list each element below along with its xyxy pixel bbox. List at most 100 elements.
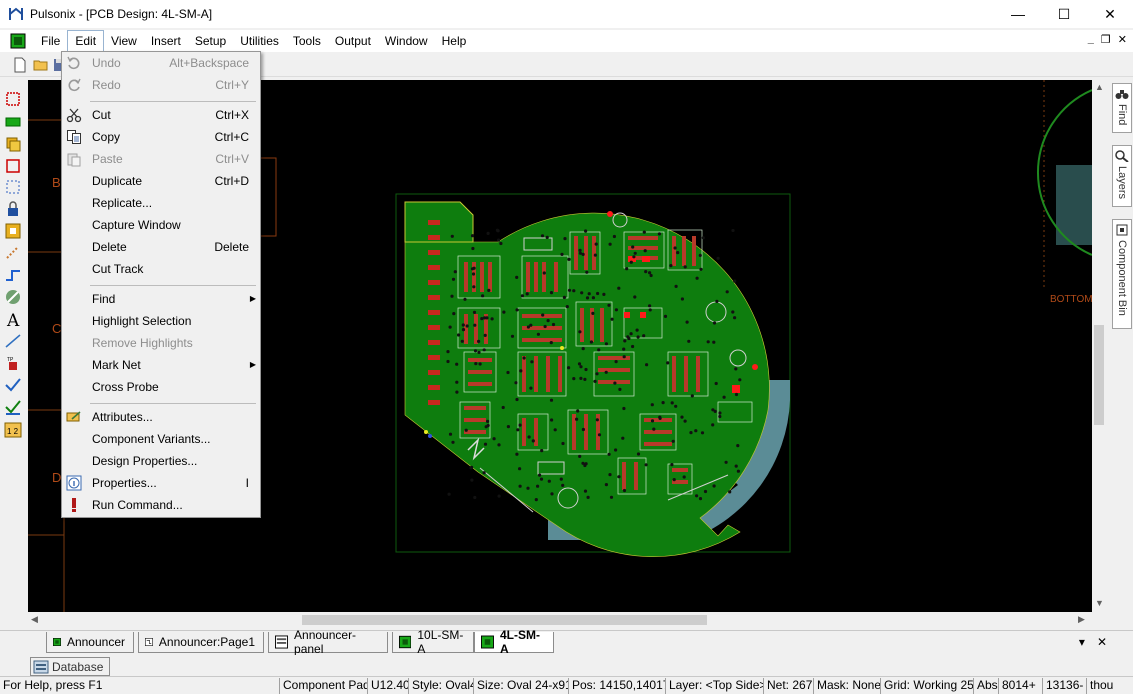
via-dot (728, 490, 732, 494)
menu-remove-highlights[interactable]: Remove Highlights (62, 332, 260, 354)
close-tab-button[interactable]: ✕ (1097, 635, 1107, 649)
via-dot (712, 340, 716, 344)
via-icon[interactable] (4, 244, 22, 262)
scroll-left-icon[interactable]: ◀ (31, 614, 38, 625)
exclamation-icon (72, 498, 76, 512)
select-mode-icon[interactable] (4, 90, 22, 108)
check-design-icon[interactable] (4, 376, 22, 394)
via-dot (549, 291, 554, 295)
line-tool-icon[interactable] (4, 332, 22, 350)
menu-duplicate[interactable]: Duplicate Ctrl+D (62, 170, 260, 192)
via-dot (585, 296, 590, 300)
tab-announcer-page1[interactable]: Announcer:Page1 (138, 632, 264, 653)
menu-insert[interactable]: Insert (144, 30, 188, 52)
via-dot (572, 377, 576, 381)
test-point-icon[interactable]: TP (4, 354, 22, 372)
menu-copy[interactable]: Copy Ctrl+C (62, 126, 260, 148)
menu-output[interactable]: Output (328, 30, 378, 52)
maximize-button[interactable]: ☐ (1041, 0, 1087, 28)
menu-design-properties[interactable]: Design Properties... (62, 450, 260, 472)
design-properties-label: Design Properties... (92, 454, 198, 468)
menu-help[interactable]: Help (435, 30, 474, 52)
menu-component-variants[interactable]: Component Variants... (62, 428, 260, 450)
mdi-close-button[interactable]: ✕ (1118, 33, 1127, 46)
renumber-icon[interactable]: 1 2 (4, 421, 22, 439)
remove-highlights-label: Remove Highlights (92, 336, 193, 350)
zone-label-d: D (52, 470, 61, 485)
menu-capture-window[interactable]: Capture Window (62, 214, 260, 236)
close-button[interactable]: ✕ (1087, 0, 1133, 28)
menu-file[interactable]: File (34, 30, 67, 52)
via-dot (734, 392, 739, 397)
side-tab-component-bin[interactable]: Component Bin (1112, 219, 1132, 329)
menu-window[interactable]: Window (378, 30, 435, 52)
menu-replicate[interactable]: Replicate... (62, 192, 260, 214)
menu-undo[interactable]: Undo Alt+Backspace (62, 52, 260, 74)
side-tab-find[interactable]: Find (1112, 83, 1132, 133)
vertical-scroll-thumb[interactable] (1094, 325, 1104, 425)
via-dot (734, 464, 738, 468)
menu-setup[interactable]: Setup (188, 30, 233, 52)
via-dot (527, 435, 531, 439)
menu-mark-net[interactable]: Mark Net ▶ (62, 354, 260, 376)
via-dot (644, 463, 648, 467)
via-dot (689, 431, 693, 435)
side-tab-layers[interactable]: Layers (1112, 145, 1132, 207)
via-dot (652, 427, 656, 431)
menu-utilities[interactable]: Utilities (233, 30, 286, 52)
minimize-button[interactable]: — (995, 0, 1041, 28)
scroll-up-icon[interactable]: ▲ (1095, 82, 1104, 92)
via-dot (643, 249, 647, 253)
menu-find[interactable]: Find ▶ (62, 288, 260, 310)
mdi-restore-button[interactable]: ❐ (1101, 33, 1111, 46)
panel-tab-icon (275, 635, 289, 649)
horizontal-scroll-thumb[interactable] (302, 615, 707, 625)
menu-run-command[interactable]: Run Command... (62, 494, 260, 516)
scroll-down-icon[interactable]: ▼ (1095, 598, 1104, 608)
board-outline-icon[interactable] (4, 157, 22, 175)
tab-announcer-panel[interactable]: Announcer-panel (268, 628, 388, 656)
menu-highlight-selection[interactable]: Highlight Selection (62, 310, 260, 332)
via-dot (473, 495, 477, 500)
cut-shortcut: Ctrl+X (215, 108, 249, 122)
route-track-icon[interactable] (4, 266, 22, 284)
via-dot (587, 292, 591, 296)
horizontal-scrollbar[interactable]: ◀ ▶ (28, 612, 1092, 628)
menu-attributes[interactable]: Attributes... (62, 406, 260, 428)
submenu-arrow-icon: ▶ (249, 294, 256, 303)
via-dot (669, 264, 673, 268)
vertical-scrollbar[interactable]: ▲ ▼ (1092, 80, 1106, 612)
mdi-minimize-button[interactable]: _ (1088, 33, 1094, 46)
new-file-icon[interactable] (12, 57, 28, 73)
drc-check-icon[interactable] (4, 398, 22, 416)
menu-view[interactable]: View (104, 30, 144, 52)
scroll-right-icon[interactable]: ▶ (1078, 614, 1085, 625)
menu-redo[interactable]: Redo Ctrl+Y (62, 74, 260, 96)
text-tool-icon[interactable]: A (4, 310, 22, 328)
menu-cut-track[interactable]: Cut Track (62, 258, 260, 280)
via-dot (680, 297, 685, 301)
menu-edit[interactable]: Edit (67, 30, 105, 52)
menu-delete[interactable]: Delete Delete (62, 236, 260, 258)
open-folder-icon[interactable] (33, 57, 49, 73)
tab-announcer[interactable]: Announcer (46, 632, 134, 653)
cut-hole-icon[interactable] (4, 288, 22, 306)
copper-shape-icon[interactable] (4, 135, 22, 153)
pad-icon[interactable] (4, 222, 22, 240)
menu-tools[interactable]: Tools (286, 30, 328, 52)
via-dot (645, 363, 649, 367)
menu-cut[interactable]: Cut Ctrl+X (62, 104, 260, 126)
via-dot (541, 313, 545, 317)
via-dot (712, 321, 717, 325)
insert-component-icon[interactable] (4, 113, 22, 131)
menu-paste[interactable]: Paste Ctrl+V (62, 148, 260, 170)
tab-list-dropdown-button[interactable]: ▾ (1079, 635, 1085, 649)
tab-4l-sm-a[interactable]: 4L-SM-A (474, 628, 554, 656)
menu-cross-probe[interactable]: Cross Probe (62, 376, 260, 398)
tab-10l-sm-a[interactable]: 10L-SM-A (392, 628, 474, 656)
via-dot (648, 271, 652, 275)
menu-properties[interactable]: Properties... I (62, 472, 260, 494)
lock-icon[interactable] (4, 200, 22, 218)
area-select-icon[interactable] (4, 178, 22, 196)
tab-database[interactable]: Database (30, 657, 111, 676)
